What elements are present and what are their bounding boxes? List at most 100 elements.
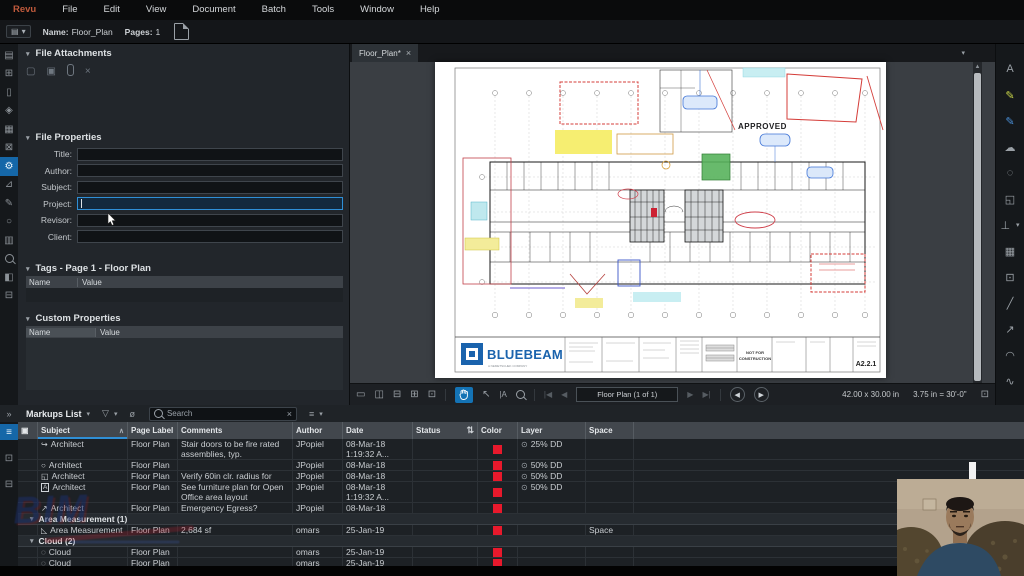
polyline-tool-button[interactable]: ∿ [996,368,1024,394]
page-indicator[interactable]: Floor Plan (1 of 1) [576,387,678,402]
orange-rect-markup[interactable] [617,134,673,154]
highlighter-tool-button[interactable]: ✎ [996,82,1024,108]
markups-list-title[interactable]: Markups List [26,409,82,419]
bookmarks-tab[interactable]: ▯ [0,83,18,102]
chevron-down-icon[interactable]: ▾ [30,537,34,545]
line-tool-button[interactable]: ╱ [996,290,1024,316]
markup-row[interactable]: ◺Area MeasurementFloor Plan2,684 sfomars… [18,525,1024,536]
col-header-author[interactable]: Author [293,422,343,439]
color-swatch[interactable] [493,559,502,567]
field-input-revisor[interactable] [77,214,343,227]
tags-header[interactable]: ▾ Tags - Page 1 - Floor Plan [26,263,151,274]
file-access-tab[interactable]: ⊟ [0,476,18,492]
col-header-status[interactable]: Status⇅ [413,422,478,439]
new-page-icon[interactable] [174,23,189,40]
color-swatch[interactable] [493,504,502,513]
menu-window[interactable]: Window [347,0,407,20]
field-input-author[interactable] [77,164,343,177]
hide-markups-icon[interactable]: ø [129,409,135,419]
red-line-markup[interactable] [867,76,883,130]
layer-visible-icon[interactable]: ⊙ [521,461,528,470]
tab-floor-plan[interactable]: Floor_Plan* × [352,44,418,62]
measurements-tab[interactable]: ⊿ [0,176,18,195]
markup-row[interactable]: ◌CloudFloor Planomars25-Jan-19 6:31:07 P… [18,558,1024,566]
last-page-icon[interactable]: ▶| [702,390,710,399]
file-attachments-header[interactable]: ▾ File Attachments [26,48,112,59]
stamp-tool-button[interactable]: ⊥▾ [996,212,1024,238]
pan-tool-button[interactable] [455,387,473,403]
file-access-tab[interactable]: ▤ [0,46,18,65]
properties-tab[interactable]: ⚙ [0,157,18,176]
field-input-title[interactable] [77,148,343,161]
menu-view[interactable]: View [133,0,179,20]
chevron-down-icon[interactable]: ▾ [87,410,91,418]
snapshot-tool-button[interactable]: ⊡ [996,264,1024,290]
color-swatch[interactable] [493,548,502,557]
select-tool-icon[interactable]: ↖ [482,389,490,400]
col-header-space[interactable]: Space [586,422,634,439]
arrow-tool-button[interactable]: ↗ [996,316,1024,342]
cloud-tool-button[interactable]: ☁ [996,134,1024,160]
col-header-comments[interactable]: Comments [178,422,293,439]
chevron-down-icon[interactable]: ▾ [319,410,323,418]
markup-row[interactable]: ○ArchitectFloor PlanJPopiel08-Mar-18 1:1… [18,460,1024,471]
split-horizontal-icon[interactable]: ⊟ [393,389,401,400]
single-page-icon[interactable]: ▭ [356,389,365,400]
cyan-room-left[interactable] [471,202,487,220]
layer-visible-icon[interactable]: ⊙ [521,472,528,481]
paperclip-button[interactable] [67,64,74,79]
yellow-highlight-markup[interactable] [555,130,612,154]
group-row-areameasurement1[interactable]: ▾Area Measurement (1) [18,514,1024,525]
col-header-select[interactable]: ▣ [18,422,38,439]
layer-visible-icon[interactable]: ⊙ [521,483,528,493]
fit-page-icon[interactable]: ⊡ [981,389,989,400]
arc-tool-button[interactable]: ◠ [996,342,1024,368]
cyan-note-top[interactable] [743,68,785,77]
two-page-icon[interactable]: ◫ [374,389,383,400]
profile-dropdown[interactable]: ▤ ▾ [6,25,31,38]
layers-tab[interactable]: ◈ [0,102,18,121]
floor-plan-page[interactable]: APPROVED [435,62,886,378]
callout-tool-button[interactable]: ◱ [996,186,1024,212]
blue-label-markup-2[interactable] [807,167,833,178]
search-tab[interactable] [0,250,18,269]
polygon-cloud-tool-button[interactable]: ◌ [996,160,1024,186]
menu-help[interactable]: Help [407,0,453,20]
group-row-cloud2[interactable]: ▾Cloud (2) [18,536,1024,547]
red-ellipse-markup-1[interactable] [735,212,775,228]
clear-search-icon[interactable]: × [287,409,292,419]
pen-tool-button[interactable]: ✎ [996,108,1024,134]
col-header-page-label[interactable]: Page Label [128,422,178,439]
markups-search-box[interactable]: Search × [149,407,297,421]
expand-panel-icon[interactable]: » [0,409,18,419]
color-swatch[interactable] [493,488,502,497]
scrollbar-thumb[interactable] [974,73,981,381]
canvas-vertical-scrollbar[interactable]: ▲ [973,62,982,383]
col-header-subject[interactable]: Subject∧ [38,422,128,439]
yellow-note-left[interactable] [465,238,499,250]
scroll-up-icon[interactable]: ▲ [973,62,982,72]
print-tab[interactable]: ▥ [0,231,18,250]
columns-menu-icon[interactable]: ≡ [309,409,314,419]
chevron-down-icon[interactable]: ▾ [114,410,118,418]
color-swatch[interactable] [493,461,502,470]
thumbnails-tab[interactable]: ⊞ [0,65,18,84]
signatures-tab[interactable]: ✎ [0,194,18,213]
custom-properties-header[interactable]: ▾ Custom Properties [26,313,121,324]
green-room-markup[interactable] [702,154,730,180]
color-swatch[interactable] [493,472,502,481]
filter-icon[interactable]: ▽ [102,408,109,419]
forms-tab[interactable]: ⊟ [0,287,18,306]
color-swatch[interactable] [493,526,502,535]
shapes-tab[interactable]: ○ [0,213,18,232]
zoom-tool-icon[interactable] [516,390,525,399]
field-input-client[interactable] [77,230,343,243]
attach-save-button[interactable]: ▣ [46,66,55,77]
color-swatch[interactable] [493,445,502,454]
yellow-note-bottom[interactable] [575,298,603,308]
select-all-icon[interactable]: ▣ [21,426,29,435]
markup-row[interactable]: ↗ArchitectFloor PlanEmergency Egress?JPo… [18,503,1024,514]
attach-delete-button[interactable]: × [85,66,91,77]
menu-edit[interactable]: Edit [91,0,133,20]
next-view-button[interactable]: ▶ [754,387,769,402]
